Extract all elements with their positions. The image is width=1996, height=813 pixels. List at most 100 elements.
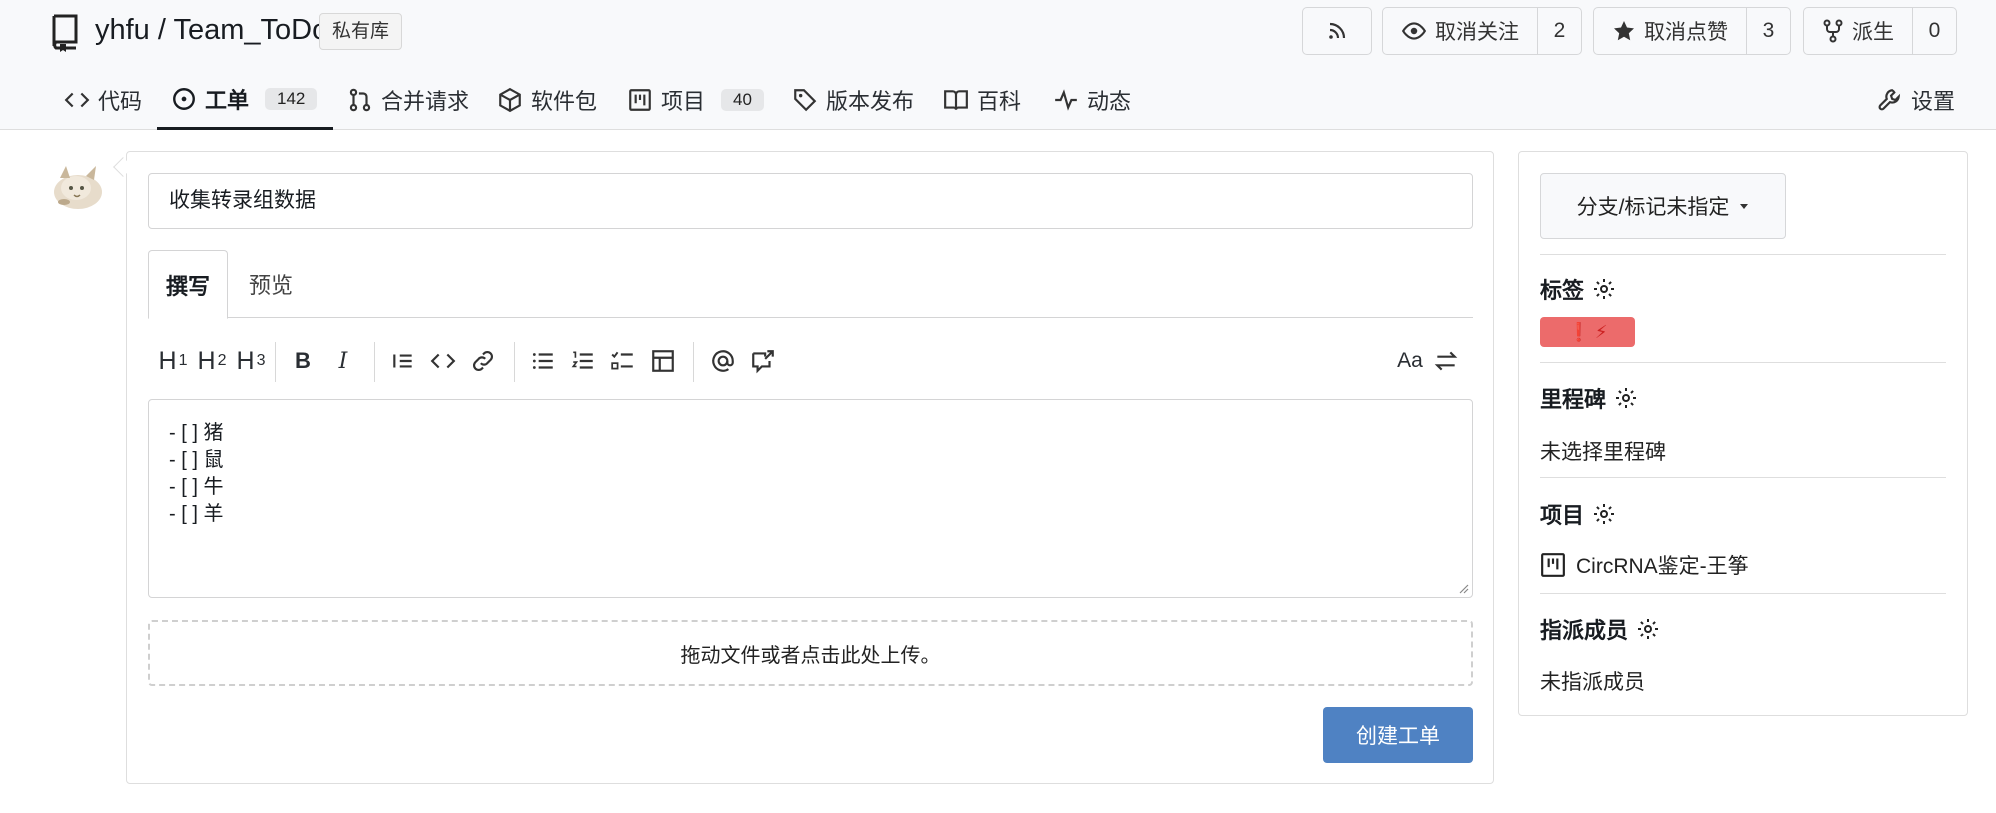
tab-projects[interactable]: 项目 40	[627, 70, 764, 130]
gear-icon[interactable]	[1592, 277, 1616, 301]
reference-button[interactable]	[748, 338, 778, 384]
branch-selector[interactable]: 分支/标记未指定	[1540, 173, 1786, 239]
labels-header[interactable]: 标签	[1540, 273, 1616, 305]
tab-preview[interactable]: 预览	[246, 250, 296, 318]
issue-icon	[173, 87, 195, 110]
milestone-value: 未选择里程碑	[1540, 441, 1666, 464]
assignees-header[interactable]: 指派成员	[1540, 613, 1660, 645]
switch-editor-button[interactable]	[1431, 338, 1461, 384]
star-icon	[1614, 21, 1634, 41]
milestone-title: 里程碑	[1540, 387, 1607, 412]
tab-write[interactable]: 撰写	[148, 250, 228, 319]
sidebar-divider	[1540, 477, 1946, 478]
project-name: CircRNA鉴定-王筝	[1576, 555, 1749, 578]
projects-count-badge: 40	[721, 89, 764, 111]
repo-separator: /	[157, 14, 166, 46]
avatar[interactable]	[46, 154, 110, 218]
star-button[interactable]: 取消点赞 3	[1593, 7, 1791, 55]
editor-line: - [ ] 猪	[169, 422, 224, 444]
bullet-list-icon	[532, 353, 553, 369]
rss-button[interactable]	[1302, 7, 1372, 55]
create-issue-button[interactable]: 创建工单	[1323, 707, 1473, 763]
resize-grip-icon[interactable]	[1457, 582, 1469, 594]
quote-button[interactable]	[388, 338, 418, 384]
tab-code[interactable]: 代码	[64, 70, 142, 130]
code-icon	[430, 353, 456, 369]
monospace-toggle-button[interactable]: Aa	[1393, 338, 1427, 384]
projects-title: 项目	[1540, 503, 1585, 528]
repo-tabs: 代码 工单 142 合并请求 软件包 项目 40 版本发布 百科 动态 设置	[0, 70, 1996, 130]
editor-line: - [ ] 羊	[169, 503, 224, 525]
editor-tabs: 撰写 预览	[148, 250, 1473, 319]
toolbar-divider	[693, 342, 694, 382]
task-list-button[interactable]	[608, 338, 638, 384]
tab-wiki-label: 百科	[977, 89, 1022, 114]
issue-title-input[interactable]: 收集转录组数据	[148, 173, 1473, 229]
fork-button[interactable]: 派生 0	[1803, 7, 1957, 55]
table-button[interactable]	[648, 338, 678, 384]
projects-header[interactable]: 项目	[1540, 498, 1616, 530]
bold-button[interactable]: B	[288, 338, 318, 384]
avatar-image	[46, 154, 110, 218]
h3-glyph: H	[236, 346, 255, 375]
tag-icon	[794, 89, 817, 112]
unordered-list-button[interactable]	[528, 338, 558, 384]
fork-label: 派生	[1852, 21, 1894, 44]
tab-settings[interactable]: 设置	[1877, 70, 1955, 130]
caret-down-icon	[1740, 204, 1749, 209]
fork-count[interactable]: 0	[1912, 8, 1956, 54]
project-item[interactable]: CircRNA鉴定-王筝	[1540, 550, 1749, 580]
italic-button[interactable]: I	[328, 338, 358, 384]
repo-owner-link[interactable]: yhfu	[95, 14, 150, 46]
toolbar-divider	[275, 342, 276, 382]
labels-title: 标签	[1540, 278, 1585, 303]
swap-icon	[1434, 351, 1458, 371]
h1-glyph: H	[158, 346, 177, 375]
editor-line: - [ ] 牛	[169, 476, 224, 498]
tab-packages[interactable]: 软件包	[497, 70, 597, 130]
milestone-header[interactable]: 里程碑	[1540, 382, 1638, 414]
h2-sub: 2	[217, 352, 227, 369]
eye-icon	[1401, 22, 1427, 40]
quote-icon	[393, 354, 412, 368]
issue-body-textarea[interactable]: - [ ] 猪 - [ ] 鼠 - [ ] 牛 - [ ] 羊	[148, 399, 1473, 598]
label-chip-urgent[interactable]: ❗ ⚡	[1540, 317, 1635, 347]
tab-activity[interactable]: 动态	[1053, 70, 1131, 130]
heading-3-button[interactable]: H3	[234, 338, 268, 384]
rss-icon	[1329, 22, 1346, 39]
sidebar-divider	[1540, 254, 1946, 255]
code-button[interactable]	[428, 338, 458, 384]
ordered-list-button[interactable]	[568, 338, 598, 384]
link-button[interactable]	[468, 338, 498, 384]
cross-reference-icon	[752, 350, 774, 374]
gear-icon[interactable]	[1614, 386, 1638, 410]
pulse-icon	[1055, 89, 1077, 111]
gear-icon[interactable]	[1592, 502, 1616, 526]
branch-selector-label: 分支/标记未指定	[1576, 196, 1730, 219]
tab-wiki[interactable]: 百科	[943, 70, 1021, 130]
project-icon	[629, 89, 651, 111]
sidebar-divider	[1540, 362, 1946, 363]
heading-2-button[interactable]: H2	[195, 338, 229, 384]
gear-icon[interactable]	[1636, 617, 1660, 641]
tab-releases[interactable]: 版本发布	[792, 70, 914, 130]
fork-icon	[1823, 19, 1843, 43]
h1-sub: 1	[178, 352, 188, 369]
watch-count[interactable]: 2	[1537, 8, 1581, 54]
file-upload-dropzone[interactable]: 拖动文件或者点击此处上传。	[148, 620, 1473, 686]
tab-code-label: 代码	[98, 89, 143, 114]
tab-pull-requests[interactable]: 合并请求	[347, 70, 469, 130]
at-icon	[712, 350, 734, 372]
markdown-toolbar: H1 H2 H3 B I Aa	[148, 338, 1473, 384]
mention-button[interactable]	[708, 338, 738, 384]
repo-title: yhfu / Team_ToDo	[95, 14, 328, 47]
tab-issues[interactable]: 工单 142	[157, 70, 334, 130]
heading-1-button[interactable]: H1	[156, 338, 190, 384]
watch-button[interactable]: 取消关注 2	[1382, 7, 1582, 55]
tab-issues-label: 工单	[205, 87, 250, 113]
star-count[interactable]: 3	[1746, 8, 1790, 54]
toolbar-divider	[514, 342, 515, 382]
code-icon	[64, 92, 90, 108]
h2-glyph: H	[197, 346, 216, 375]
repo-name-link[interactable]: Team_ToDo	[174, 14, 329, 46]
